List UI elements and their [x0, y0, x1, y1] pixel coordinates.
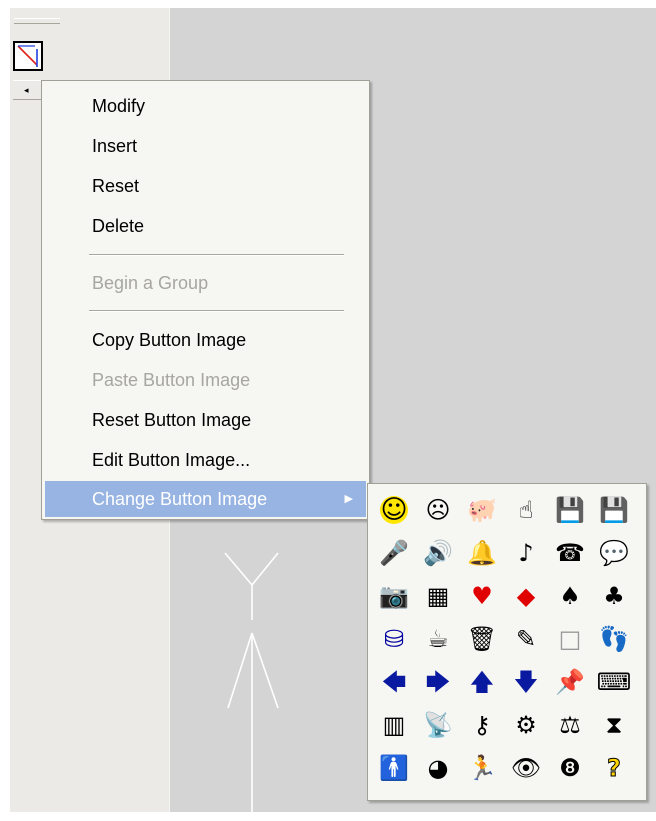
menu-item-modify[interactable]: Modify — [45, 88, 366, 124]
context-menu: Modify Insert Reset Delete Begin a Group… — [41, 80, 370, 520]
menu-item-label: Change Button Image — [92, 489, 268, 509]
speaker-icon[interactable]: 🔊 — [420, 535, 456, 571]
submenu-arrow-icon: ▶ — [344, 493, 353, 505]
pencil-icon[interactable]: ✎ — [508, 621, 544, 657]
calculator-icon[interactable]: ▦ — [420, 578, 456, 614]
music-note-icon[interactable]: ♪ — [508, 535, 544, 571]
menu-item-begin-group: Begin a Group — [92, 273, 209, 293]
gears-icon[interactable]: ⚙ — [508, 707, 544, 743]
head-icon[interactable]: ◕ — [420, 750, 456, 786]
question-mark-icon[interactable]: ? — [596, 750, 632, 786]
menu-item-insert[interactable]: Insert — [45, 128, 366, 164]
spade-icon[interactable]: ♠ — [552, 578, 588, 614]
menu-item-change-button-image[interactable]: Change Button Image ▶ — [45, 481, 366, 517]
piggy-bank-icon[interactable]: 🐖 — [464, 492, 500, 528]
button-image-submenu: ☺ ☹ 🐖 ☝ 💾 💾 🎤 🔊 🔔 ♪ ☎ 💬 📷 ▦ ♥ ◆ ♠ ♣ ⛁ ☕ 🗑 ✎ □ 👣 🡄 🡆 🡅 🡇 📌 ⌨ ▥ 📡 ⚷ ⚙ ⚖ ⧗ 🚹 ◕ 🏃 👁… — [367, 483, 647, 801]
bell-icon[interactable]: 🔔 — [464, 535, 500, 571]
speech-bubble-icon[interactable]: 💬 — [596, 535, 632, 571]
eight-ball-icon[interactable]: ❽ — [552, 750, 588, 786]
scales-icon[interactable]: ⚖ — [552, 707, 588, 743]
footprints-icon[interactable]: 👣 — [596, 621, 632, 657]
menu-item-reset[interactable]: Reset — [45, 168, 366, 204]
person-icon[interactable]: 🚹 — [376, 750, 412, 786]
toolbar-options-chevron[interactable]: ◂ — [13, 80, 43, 100]
smiley-icon[interactable]: ☺ — [380, 496, 408, 524]
menu-item-paste-button-image: Paste Button Image — [92, 370, 251, 390]
arrow-right-icon[interactable]: 🡆 — [420, 664, 456, 700]
radio-wave-icon[interactable]: 📡 — [420, 707, 456, 743]
telephone-icon[interactable]: ☎ — [552, 535, 588, 571]
diamond-icon[interactable]: ◆ — [508, 578, 544, 614]
save-up-icon[interactable]: 💾 — [552, 492, 588, 528]
menu-item-reset-button-image[interactable]: Reset Button Image — [45, 402, 366, 438]
arrow-up-icon[interactable]: 🡅 — [464, 664, 500, 700]
draw-line-icon — [17, 45, 38, 67]
running-person-icon[interactable]: 🏃 — [464, 750, 500, 786]
arrow-left-icon[interactable]: 🡄 — [376, 664, 412, 700]
blank-square-icon[interactable]: □ — [552, 621, 588, 657]
heart-icon[interactable]: ♥ — [464, 578, 500, 614]
toolbar-button[interactable] — [13, 41, 43, 71]
frown-icon[interactable]: ☹ — [420, 492, 456, 528]
hourglass-icon[interactable]: ⧗ — [596, 707, 632, 743]
mug-icon[interactable]: ☕ — [420, 621, 456, 657]
menu-separator — [89, 310, 344, 312]
hand-pointing-up-icon[interactable]: ☝ — [508, 492, 544, 528]
microphone-icon[interactable]: 🎤 — [376, 535, 412, 571]
camera-icon[interactable]: 📷 — [376, 578, 412, 614]
book-icon[interactable]: ▥ — [376, 707, 412, 743]
club-icon[interactable]: ♣ — [596, 578, 632, 614]
save-down-icon[interactable]: 💾 — [596, 492, 632, 528]
menu-separator — [89, 254, 344, 256]
menu-item-copy-button-image[interactable]: Copy Button Image — [45, 322, 366, 358]
menu-item-edit-button-image[interactable]: Edit Button Image... — [45, 442, 366, 478]
key-icon[interactable]: ⚷ — [464, 707, 500, 743]
keyboard-icon[interactable]: ⌨ — [596, 664, 632, 700]
trash-can-icon[interactable]: 🗑 — [464, 621, 500, 657]
menu-item-delete[interactable]: Delete — [45, 208, 366, 244]
toolbar-grip[interactable] — [14, 18, 60, 24]
screen: ◂ Modify Insert Reset Delete Begin a Gro… — [0, 0, 656, 821]
arrow-down-icon[interactable]: 🡇 — [508, 664, 544, 700]
eye-icon[interactable]: 👁 — [508, 750, 544, 786]
pushpin-icon[interactable]: 📌 — [552, 664, 588, 700]
paint-bucket-icon[interactable]: ⛁ — [376, 621, 412, 657]
